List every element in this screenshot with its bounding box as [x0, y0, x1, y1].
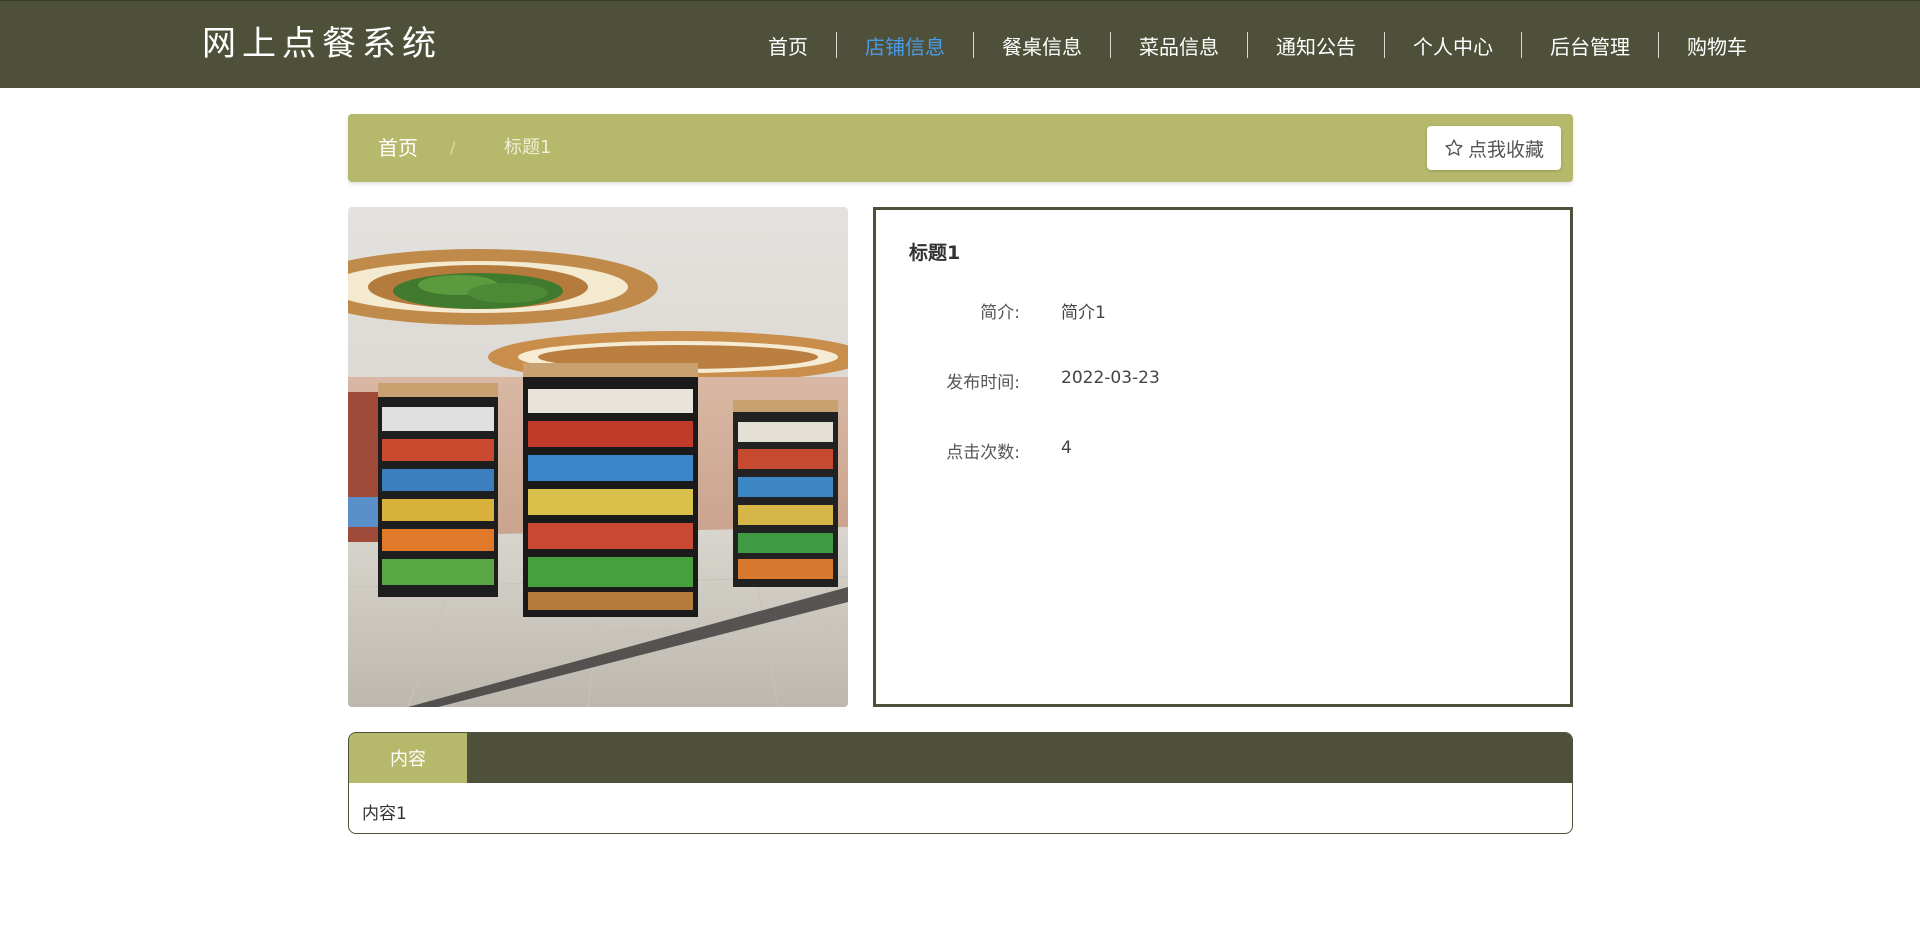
site-logo[interactable]: 网上点餐系统	[202, 21, 442, 67]
detail-label: 简介:	[980, 303, 1020, 323]
nav-item-cart[interactable]: 购物车	[1659, 27, 1775, 63]
store-interior-image	[348, 207, 848, 707]
detail-label: 点击次数:	[946, 443, 1020, 463]
star-outline-icon	[1445, 139, 1463, 156]
detail-row-publish-time: 发布时间: 2022-03-23	[876, 364, 1566, 394]
nav-item-admin[interactable]: 后台管理	[1522, 27, 1658, 63]
nav-item-home[interactable]: 首页	[740, 27, 836, 63]
nav-item-user-center[interactable]: 个人中心	[1385, 27, 1521, 63]
content-body: 内容1	[362, 804, 407, 824]
breadcrumb-separator: /	[450, 138, 456, 157]
nav-item-table-info[interactable]: 餐桌信息	[974, 27, 1110, 63]
detail-value: 2022-03-23	[1061, 368, 1160, 388]
nav-item-announcements[interactable]: 通知公告	[1248, 27, 1384, 63]
tab-content[interactable]: 内容	[349, 733, 467, 783]
breadcrumb: 首页 / 标题1 点我收藏	[348, 114, 1573, 182]
nav-item-shop-info[interactable]: 店铺信息	[837, 27, 973, 63]
breadcrumb-current: 标题1	[504, 137, 552, 158]
detail-value: 4	[1061, 438, 1072, 458]
main-nav: 首页 店铺信息 餐桌信息 菜品信息 通知公告 个人中心 后台管理 购物车	[740, 27, 1775, 63]
detail-label: 发布时间:	[946, 373, 1020, 393]
detail-panel: 标题1 简介: 简介1 发布时间: 2022-03-23 点击次数: 4	[873, 207, 1573, 707]
detail-title: 标题1	[909, 242, 961, 264]
favorite-button-label: 点我收藏	[1467, 138, 1544, 161]
detail-row-intro: 简介: 简介1	[876, 294, 1566, 324]
nav-item-dish-info[interactable]: 菜品信息	[1111, 27, 1247, 63]
shop-photo	[348, 207, 848, 707]
tab-strip: 内容	[349, 733, 1572, 783]
detail-row-click-count: 点击次数: 4	[876, 434, 1566, 464]
detail-value: 简介1	[1061, 303, 1106, 323]
breadcrumb-home-link[interactable]: 首页	[378, 134, 418, 162]
favorite-button[interactable]: 点我收藏	[1427, 126, 1561, 170]
top-header: 网上点餐系统 首页 店铺信息 餐桌信息 菜品信息 通知公告 个人中心 后台管理 …	[0, 0, 1920, 88]
content-tabs: 内容 内容1	[348, 732, 1573, 834]
